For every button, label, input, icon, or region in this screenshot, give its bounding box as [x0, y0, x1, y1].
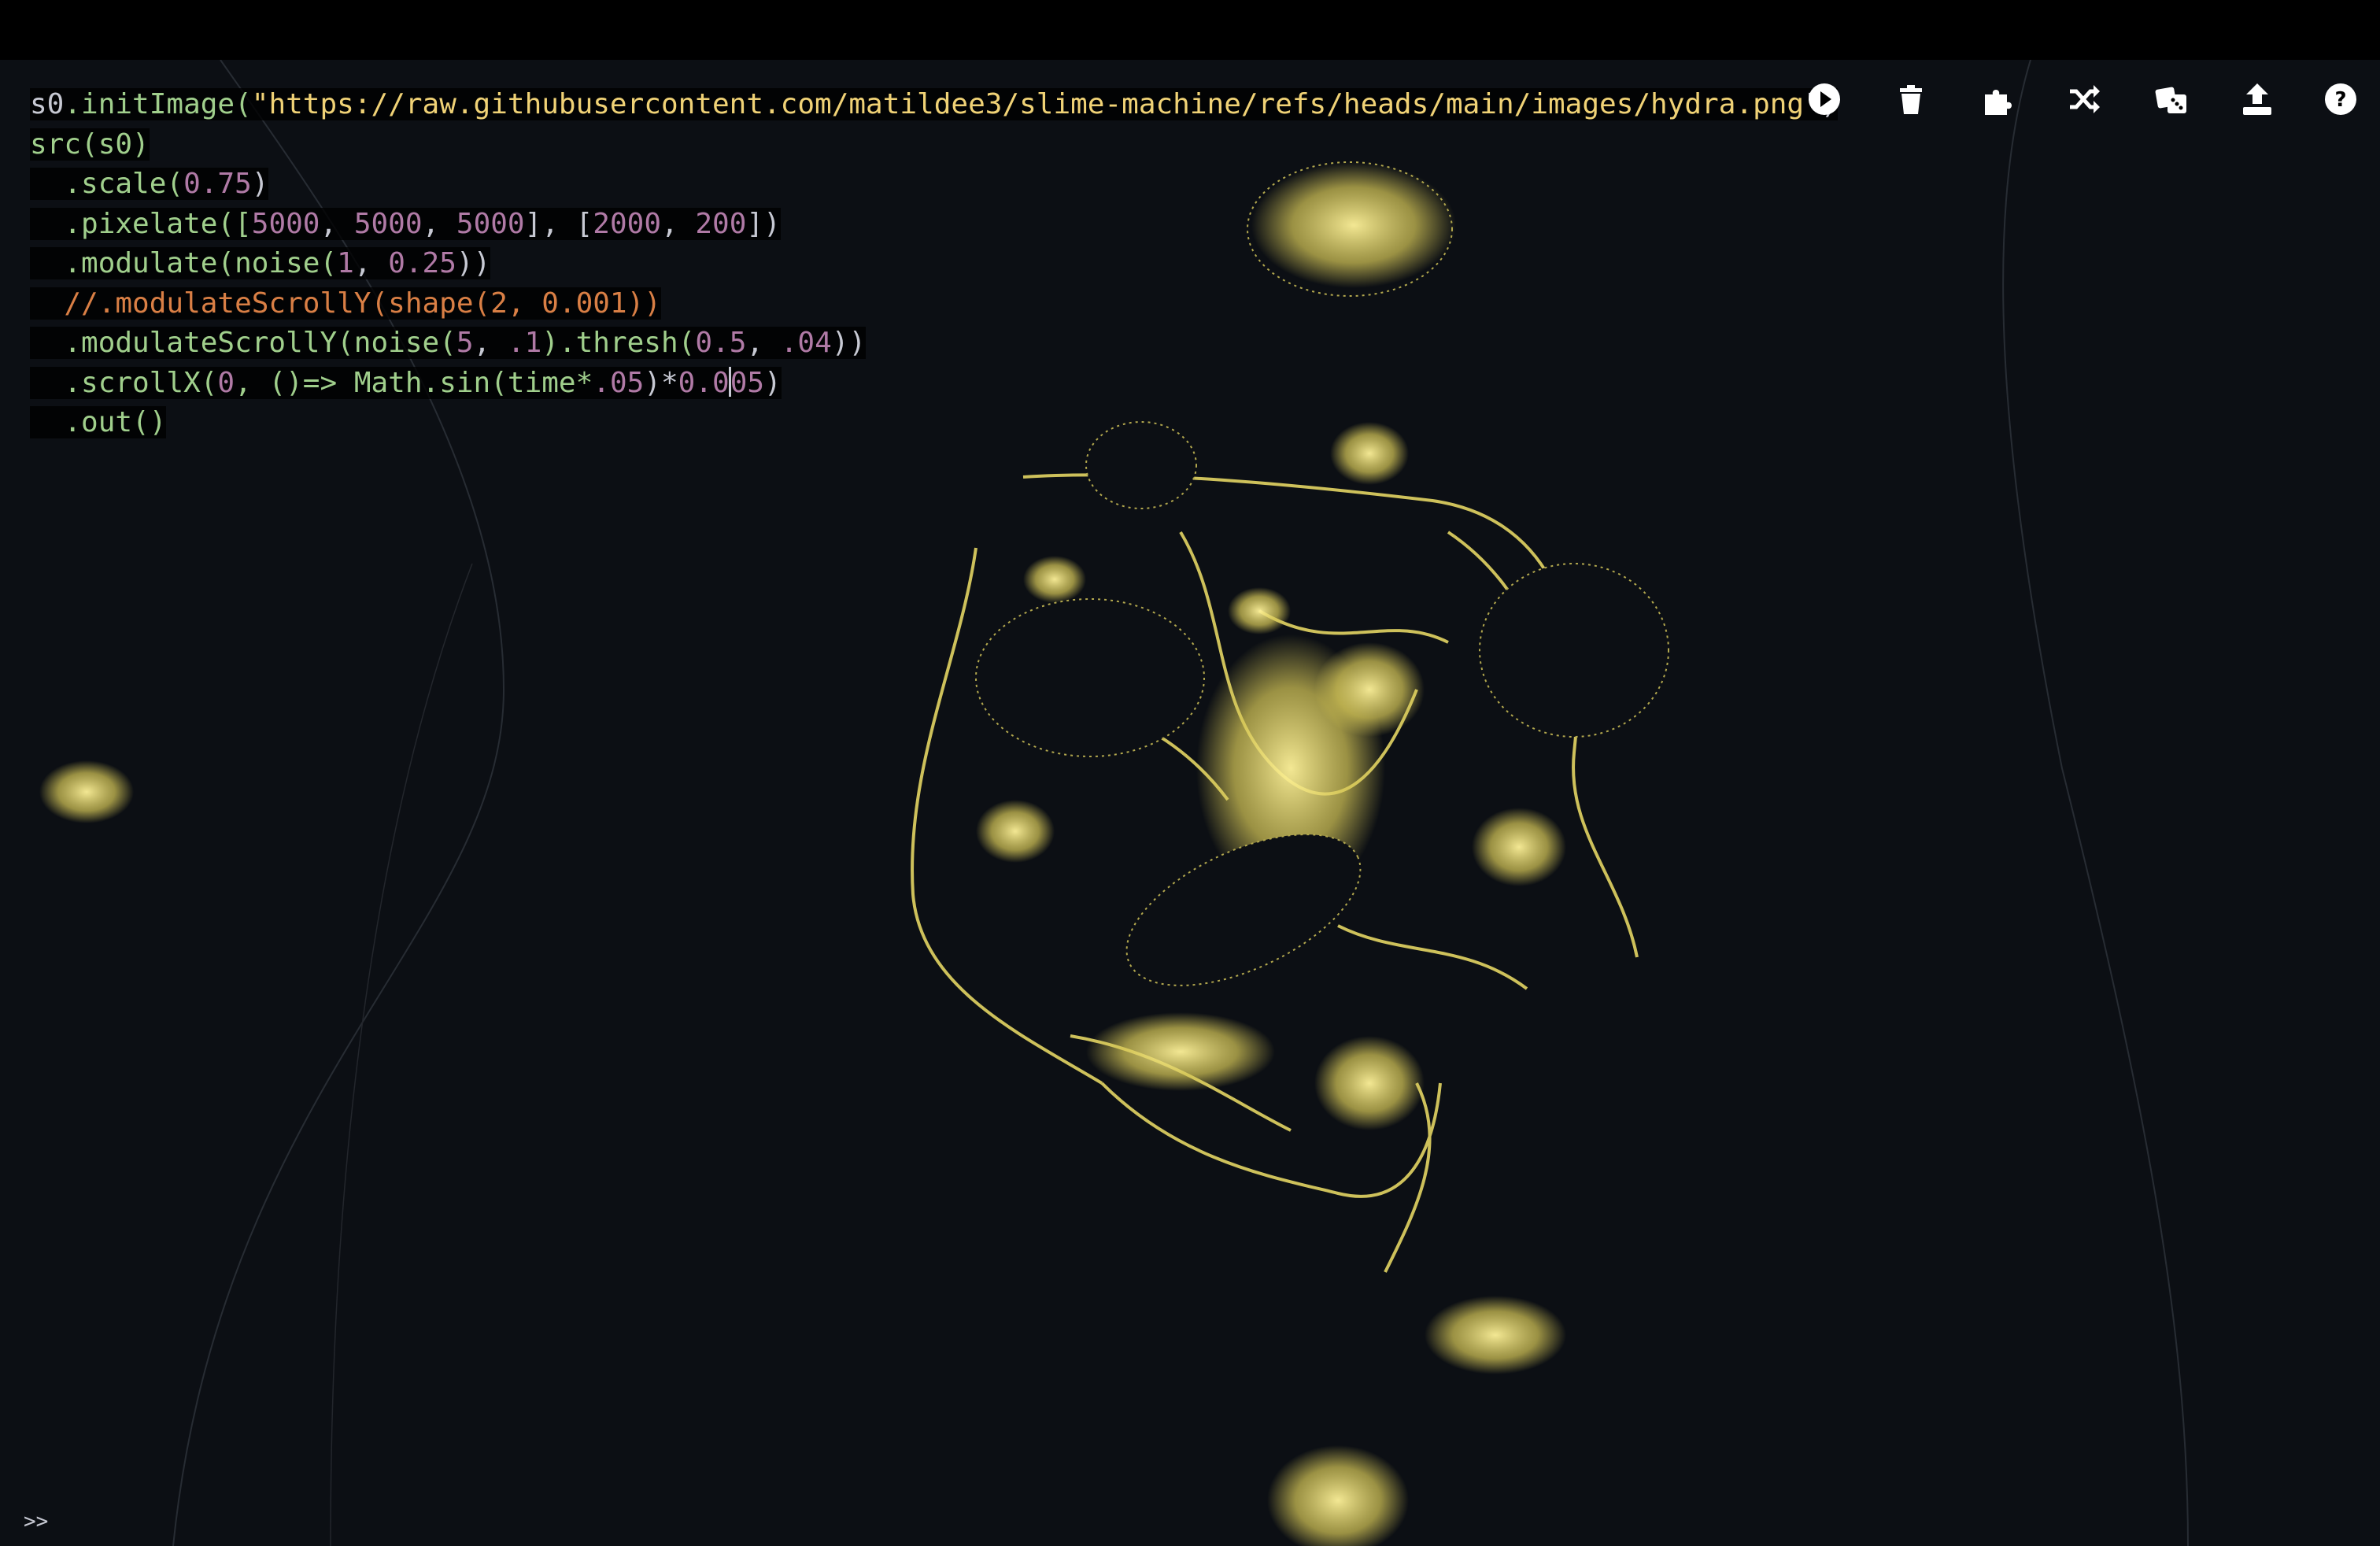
code-line-text: //.modulateScrollY(shape(2, 0.001))	[30, 287, 661, 320]
code-token: ))	[831, 327, 867, 359]
code-line[interactable]: //.modulateScrollY(shape(2, 0.001))	[30, 284, 1838, 324]
code-token: 05	[730, 366, 765, 399]
code-token: 0.0	[678, 366, 730, 399]
code-token: ))	[456, 247, 491, 279]
code-line-text: .modulate(noise(1, 0.25))	[30, 247, 491, 279]
extensions-button[interactable]	[1975, 77, 2020, 121]
dice-icon	[2155, 87, 2186, 113]
run-button[interactable]	[1802, 77, 1846, 121]
code-token: .scale(	[30, 168, 184, 200]
code-token: .out()	[30, 406, 167, 438]
code-token: 5	[456, 327, 474, 359]
code-token: ,	[661, 207, 696, 240]
random-button[interactable]	[2149, 77, 2193, 121]
code-token: .05	[593, 366, 645, 399]
code-line-text: s0.initImage("https://raw.githubusercont…	[30, 88, 1839, 120]
svg-text:?: ?	[2334, 88, 2346, 112]
code-token: .modulate(noise(	[30, 247, 338, 279]
code-line[interactable]: .scale(0.75)	[30, 165, 1838, 205]
code-token: 200	[695, 207, 747, 240]
clear-button[interactable]	[1889, 77, 1933, 121]
code-token: 0.25	[388, 247, 456, 279]
code-token: .modulateScrollY(noise(	[30, 327, 456, 359]
code-token: 5000	[251, 207, 320, 240]
puzzle-icon	[1985, 90, 2012, 115]
code-token: 0	[217, 366, 235, 399]
code-token: 0.75	[183, 168, 252, 200]
code-token: 2000	[593, 207, 661, 240]
code-token: .pixelate([	[30, 207, 252, 240]
code-token: .scrollX(	[30, 366, 218, 399]
code-token: ])	[746, 207, 781, 240]
trash-icon	[1900, 85, 1922, 114]
code-token: )	[764, 366, 782, 399]
code-token: ,	[353, 247, 389, 279]
code-token: src(s0)	[30, 128, 150, 161]
code-token: 5000	[456, 207, 525, 240]
shuffle-button[interactable]	[2062, 77, 2106, 121]
code-line-text: .scale(0.75)	[30, 168, 269, 200]
code-token: ,	[320, 207, 354, 240]
code-token: .1	[507, 327, 542, 359]
help-icon: ?	[2325, 83, 2356, 115]
code-line-text: .scrollX(0, ()=> Math.sin(time*.05)*0.00…	[30, 366, 782, 399]
console-prompt[interactable]: >>	[24, 1510, 48, 1533]
share-button[interactable]	[2235, 77, 2279, 121]
code-token: ,	[746, 327, 781, 359]
code-line[interactable]: .pixelate([5000, 5000, 5000], [2000, 200…	[30, 205, 1838, 245]
code-line-text: .modulateScrollY(noise(5, .1).thresh(0.5…	[30, 327, 867, 359]
top-bar	[0, 0, 2380, 60]
code-line-text: .pixelate([5000, 5000, 5000], [2000, 200…	[30, 207, 781, 240]
code-token: )*	[644, 366, 678, 399]
code-token: //.modulateScrollY(shape(2, 0.001))	[30, 287, 661, 320]
code-token: )	[251, 168, 269, 200]
code-line[interactable]: .out()	[30, 403, 1838, 443]
code-editor[interactable]: s0.initImage("https://raw.githubusercont…	[30, 85, 1839, 443]
code-line-text: src(s0)	[30, 128, 150, 161]
code-token: ,	[422, 207, 456, 240]
code-token: , ()=> Math.sin(time*	[235, 366, 593, 399]
shuffle-icon	[2070, 85, 2100, 113]
code-token: .04	[780, 327, 832, 359]
code-token: ).thresh(	[541, 327, 696, 359]
code-token: 5000	[353, 207, 423, 240]
play-icon	[1809, 83, 1840, 115]
code-token: "https://raw.githubusercontent.com/matil…	[251, 88, 1805, 120]
code-line[interactable]: src(s0)	[30, 125, 1838, 165]
help-button[interactable]: ?	[2319, 77, 2363, 121]
code-line[interactable]: .modulate(noise(1, 0.25))	[30, 244, 1838, 284]
code-token: ], [	[524, 207, 593, 240]
code-line[interactable]: .modulateScrollY(noise(5, .1).thresh(0.5…	[30, 324, 1838, 364]
code-token: 1	[337, 247, 354, 279]
code-token: 0.5	[695, 327, 747, 359]
code-line[interactable]: .scrollX(0, ()=> Math.sin(time*.05)*0.00…	[30, 364, 1838, 404]
code-line[interactable]: s0.initImage("https://raw.githubusercont…	[30, 85, 1839, 125]
code-token: s0	[30, 88, 65, 120]
upload-icon	[2243, 83, 2271, 115]
code-token: .initImage(	[64, 88, 252, 120]
code-line-text: .out()	[30, 406, 167, 438]
code-token: ,	[473, 327, 508, 359]
